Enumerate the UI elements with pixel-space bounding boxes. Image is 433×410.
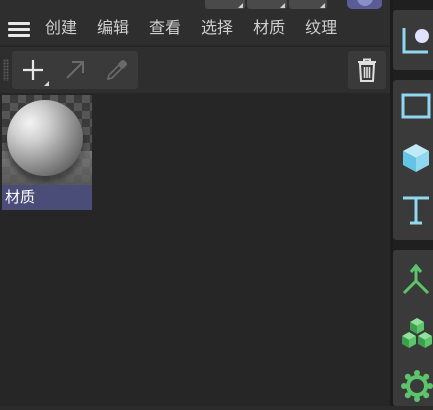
render-view-button[interactable]: [347, 0, 382, 9]
tool-group-generators: [393, 250, 433, 406]
top-tool-button[interactable]: [247, 0, 287, 9]
trash-icon: [358, 58, 376, 82]
dropdown-corner-icon: [44, 81, 49, 86]
material-list-area[interactable]: 材质: [0, 93, 390, 406]
arrow-up-right-icon: [66, 61, 84, 79]
text-tool-icon: [403, 196, 429, 225]
tool-group: [12, 51, 138, 89]
material-item[interactable]: 材质: [2, 95, 92, 210]
material-manager-menubar: 创建 编辑 查看 选择 材质 纹理: [0, 12, 390, 44]
cube-icon: [403, 144, 429, 172]
menu-edit[interactable]: 编辑: [97, 18, 129, 38]
toolbar-grip-handle[interactable]: [3, 59, 9, 81]
tool-group-primitives: [393, 80, 433, 240]
cubes-icon: [402, 318, 432, 348]
material-toolbar: [0, 46, 390, 93]
cloner-button[interactable]: [393, 308, 433, 356]
cube-button[interactable]: [393, 134, 433, 182]
menu-items: 创建 编辑 查看 选择 材质 纹理: [45, 18, 357, 38]
material-name: 材质: [2, 185, 92, 210]
tool-group-camera: [393, 10, 433, 70]
material-preview-sphere: [7, 100, 83, 176]
gear-icon: [401, 370, 433, 402]
camera-icon: [402, 28, 429, 54]
rectangle-icon: [401, 93, 431, 119]
eyedropper-button[interactable]: [98, 51, 136, 89]
material-thumbnail: [2, 95, 92, 185]
axis-icon: [402, 263, 430, 295]
text-button[interactable]: [393, 186, 433, 234]
menu-material[interactable]: 材质: [253, 18, 285, 38]
eyedropper-icon: [106, 60, 127, 81]
top-tool-button[interactable]: [205, 0, 245, 9]
symmetry-button[interactable]: [393, 256, 433, 304]
top-tool-button[interactable]: [289, 0, 327, 9]
deformer-button[interactable]: [393, 362, 433, 410]
menu-view[interactable]: 查看: [149, 18, 181, 38]
top-toolbar-remnant: [0, 0, 390, 12]
apply-material-button[interactable]: [56, 51, 94, 89]
new-material-button[interactable]: [14, 51, 52, 89]
menu-select[interactable]: 选择: [201, 18, 233, 38]
camera-button[interactable]: [393, 16, 433, 64]
delete-material-button[interactable]: [348, 51, 386, 89]
menu-create[interactable]: 创建: [45, 18, 77, 38]
plus-icon: [23, 60, 43, 80]
right-tool-palette: [393, 0, 433, 406]
plane-button[interactable]: [393, 82, 433, 130]
menu-texture[interactable]: 纹理: [305, 18, 337, 38]
hamburger-menu-icon[interactable]: [8, 22, 30, 38]
